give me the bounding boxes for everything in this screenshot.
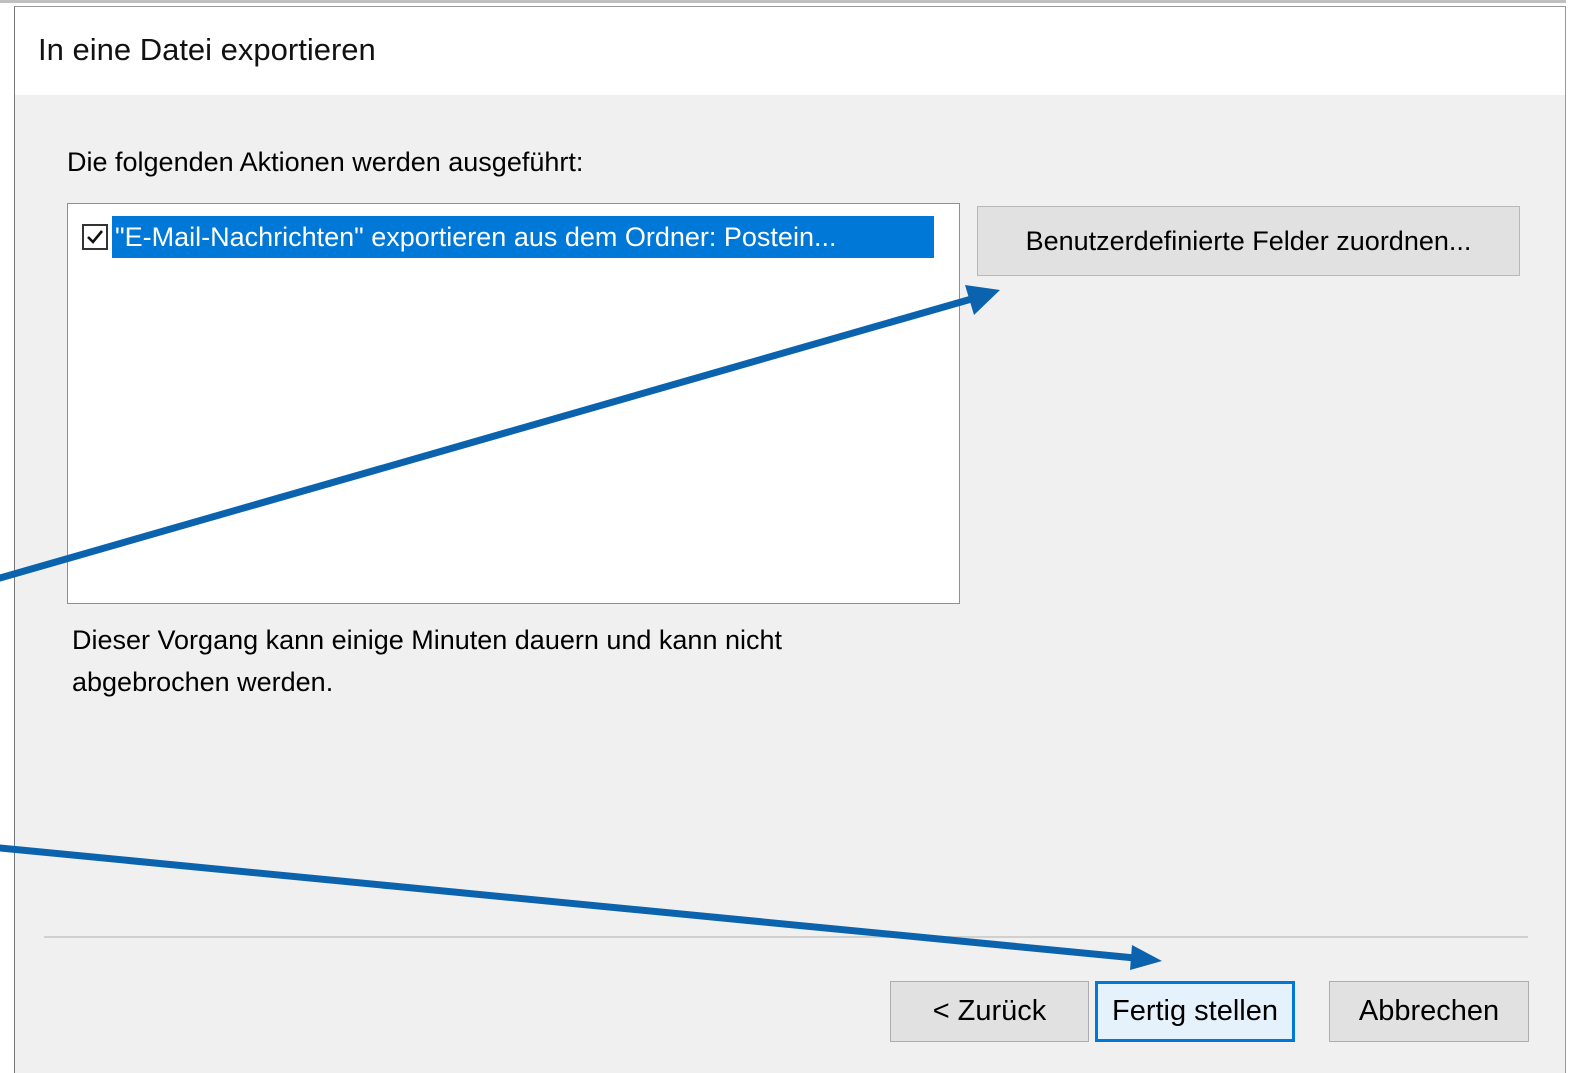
window-top-edge: [0, 0, 1566, 3]
note-line-1: Dieser Vorgang kann einige Minuten dauer…: [72, 625, 782, 655]
title-bar: In eine Datei exportieren: [15, 7, 1565, 95]
checkmark-icon: [87, 230, 104, 244]
actions-label: Die folgenden Aktionen werden ausgeführt…: [67, 147, 584, 177]
export-dialog: In eine Datei exportieren Die folgenden …: [14, 6, 1566, 1073]
dialog-title: In eine Datei exportieren: [38, 32, 376, 67]
action-label: "E-Mail-Nachrichten" exportieren aus dem…: [112, 216, 934, 258]
list-item[interactable]: "E-Mail-Nachrichten" exportieren aus dem…: [82, 216, 934, 258]
cancel-button[interactable]: Abbrechen: [1329, 981, 1529, 1042]
duration-note: Dieser Vorgang kann einige Minuten dauer…: [72, 619, 972, 703]
back-button[interactable]: < Zurück: [890, 981, 1089, 1042]
actions-list[interactable]: "E-Mail-Nachrichten" exportieren aus dem…: [67, 203, 960, 604]
note-line-2: abgebrochen werden.: [72, 667, 334, 697]
finish-button[interactable]: Fertig stellen: [1095, 981, 1295, 1042]
map-custom-fields-button[interactable]: Benutzerdefinierte Felder zuordnen...: [977, 206, 1520, 276]
action-checkbox[interactable]: [82, 224, 108, 250]
footer-separator: [44, 936, 1528, 938]
